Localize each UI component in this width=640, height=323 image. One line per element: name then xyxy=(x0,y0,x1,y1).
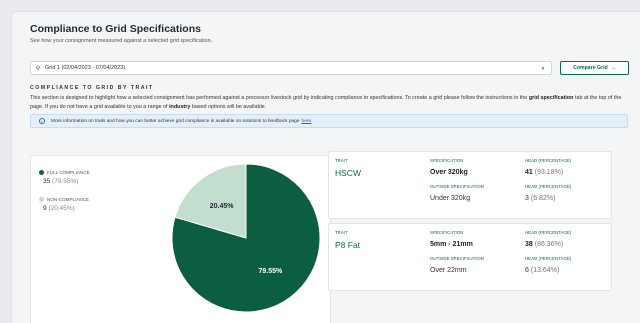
legend-non-compliance: NON-COMPLIANCE xyxy=(39,197,89,202)
chevron-down-icon[interactable]: ▼ xyxy=(535,66,551,71)
section-desc-part-1: This section is designed to highlight ho… xyxy=(30,95,529,101)
pie-label-non-compliance: 20.45% xyxy=(210,203,235,210)
trait-head-count: 38 xyxy=(525,241,533,248)
specification-header: SPECIFICATION xyxy=(430,158,464,163)
info-icon: i xyxy=(39,118,45,124)
page-subtitle: See how your consignment measured agains… xyxy=(30,38,213,44)
trait-outside-head: 3 (6.82%) xyxy=(525,195,555,202)
legend-dot-full xyxy=(39,170,44,175)
legend-full-pct: (79.55%) xyxy=(52,178,79,185)
trait-head-pct: (93.18%) xyxy=(534,169,564,176)
trait-head-pct: (86.36%) xyxy=(534,241,564,248)
compare-grid-label: Compare Grid xyxy=(573,65,608,71)
specification-header: SPECIFICATION xyxy=(430,230,464,235)
trait-card-p8-fat: TRAIT SPECIFICATION HEAD (PERCENTAGE) P8… xyxy=(328,223,612,291)
outside-spec-header: OUTSIDE SPECIFICATION xyxy=(430,256,485,261)
info-link[interactable]: here xyxy=(302,119,312,124)
industry-emphasis: industry xyxy=(169,103,191,110)
trait-outside-spec: Under 320kg xyxy=(430,195,471,202)
info-text: More information on traits and how you c… xyxy=(51,118,300,124)
head-header: HEAD (PERCENTAGE) xyxy=(525,158,572,163)
legend-non-count: 9 xyxy=(43,205,47,212)
trait-name: P8 Fat xyxy=(335,240,361,250)
trait-outside-count: 3 xyxy=(525,195,529,202)
compliance-pie-chart: 79.55% 20.45% xyxy=(171,163,321,313)
legend-full-count: 35 xyxy=(43,178,51,185)
compliance-chart-card: FULL COMPLIANCE 35 (79.55%) NON-COMPLIAN… xyxy=(30,155,331,323)
legend-non-pct: (20.45%) xyxy=(48,205,75,212)
trait-outside-spec: Over 22mm xyxy=(430,267,467,274)
trait-head: 41 (93.18%) xyxy=(525,169,563,176)
grid-specification-emphasis: grid specification xyxy=(528,95,574,101)
legend-dot-non xyxy=(39,197,44,202)
info-banner: i More information on traits and how you… xyxy=(30,114,628,128)
page-title: Compliance to Grid Specifications xyxy=(30,23,201,35)
trait-name: HSCW xyxy=(335,168,361,178)
grid-select[interactable]: ⚲ Grid 1 (02/04/2023 - 07/04/2023) ▼ xyxy=(30,61,552,75)
compare-grid-button[interactable]: Compare Grid → xyxy=(560,61,629,75)
section-description: This section is designed to highlight ho… xyxy=(30,94,630,111)
trait-spec: Over 320kg xyxy=(430,169,468,176)
legend-full-label: FULL COMPLIANCE xyxy=(47,170,90,175)
outside-spec-header: OUTSIDE SPECIFICATION xyxy=(430,184,485,189)
trait-header: TRAIT xyxy=(335,230,348,235)
trait-outside-count: 6 xyxy=(525,267,529,274)
head-header-outside: HEAD (PERCENTAGE) xyxy=(525,184,572,189)
trait-header: TRAIT xyxy=(335,158,348,163)
trait-head-count: 41 xyxy=(525,169,533,176)
legend-full-compliance: FULL COMPLIANCE xyxy=(39,170,90,175)
head-header-outside: HEAD (PERCENTAGE) xyxy=(525,256,572,261)
search-icon: ⚲ xyxy=(35,65,41,72)
section-desc-part-3: based options will be available. xyxy=(190,103,267,110)
compliance-panel: Compliance to Grid Specifications See ho… xyxy=(12,12,640,323)
head-header: HEAD (PERCENTAGE) xyxy=(525,230,572,235)
legend-non-label: NON-COMPLIANCE xyxy=(47,197,90,202)
arrow-right-icon: → xyxy=(610,65,616,71)
grid-select-value: Grid 1 (02/04/2023 - 07/04/2023) xyxy=(45,65,126,71)
trait-outside-head: 6 (13.64%) xyxy=(525,267,559,274)
trait-head: 38 (86.36%) xyxy=(525,241,563,248)
trait-card-hscw: TRAIT SPECIFICATION HEAD (PERCENTAGE) HS… xyxy=(328,151,612,219)
trait-outside-pct: (6.82%) xyxy=(530,195,556,202)
legend-full-value: 35 (79.55%) xyxy=(43,178,78,185)
trait-spec: 5mm - 21mm xyxy=(430,241,473,248)
trait-outside-pct: (13.64%) xyxy=(530,267,560,274)
legend-non-value: 9 (20.45%) xyxy=(43,205,75,212)
pie-label-full-compliance: 79.55% xyxy=(259,268,284,275)
section-heading: COMPLIANCE TO GRID BY TRAIT xyxy=(30,85,154,91)
